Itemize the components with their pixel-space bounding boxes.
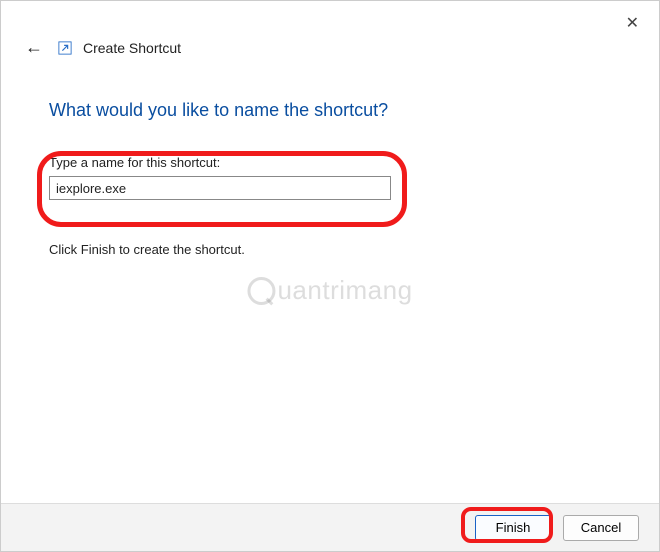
cancel-button[interactable]: Cancel [563,515,639,541]
back-arrow-icon[interactable]: ← [21,35,47,60]
wizard-footer: Finish Cancel [1,503,659,551]
finish-hint-text: Click Finish to create the shortcut. [49,242,611,257]
page-heading: What would you like to name the shortcut… [49,100,611,121]
shortcut-name-input[interactable] [49,176,391,200]
watermark-q-icon [247,277,275,305]
watermark-text: uantrimang [277,275,412,306]
finish-button[interactable]: Finish [475,515,551,541]
create-shortcut-wizard: ✕ ← Create Shortcut What would you like … [0,0,660,552]
wizard-content: What would you like to name the shortcut… [1,60,659,257]
wizard-header: ← Create Shortcut [1,1,659,60]
wizard-title: Create Shortcut [83,40,181,56]
shortcut-badge-icon [57,40,73,56]
watermark: uantrimang [247,275,412,306]
close-icon[interactable]: ✕ [622,9,643,37]
shortcut-name-label: Type a name for this shortcut: [49,155,611,170]
